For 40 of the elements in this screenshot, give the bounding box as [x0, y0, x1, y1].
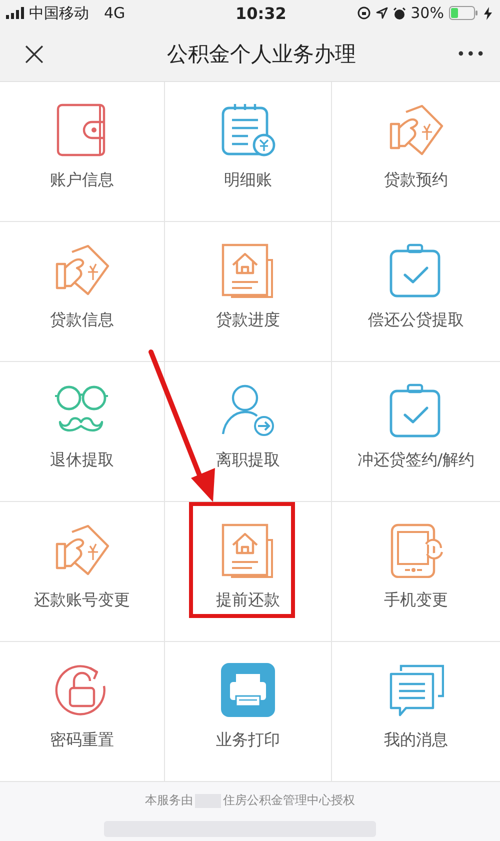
service-label[interactable]: 我的消息	[384, 730, 448, 751]
service-label[interactable]: 提前还款	[216, 590, 280, 611]
service-label[interactable]: 账户信息	[50, 170, 114, 191]
battery-percent: 30%	[410, 4, 444, 22]
more-button[interactable]: •••	[456, 44, 486, 62]
house-document-icon	[220, 242, 276, 298]
service-label[interactable]: 密码重置	[50, 730, 114, 751]
ledger-icon	[220, 102, 276, 158]
close-button[interactable]: ×	[20, 36, 48, 70]
printer-icon	[220, 662, 276, 718]
person-exit-icon	[220, 382, 276, 438]
service-label[interactable]: 冲还贷签约/解约	[357, 450, 475, 471]
charging-bolt-icon	[484, 6, 492, 20]
service-label[interactable]: 偿还公贷提取	[368, 310, 464, 331]
rotation-lock-icon	[356, 6, 371, 20]
house-document-icon	[220, 522, 276, 578]
location-icon	[376, 7, 388, 19]
service-label[interactable]: 还款账号变更	[34, 590, 130, 611]
service-label[interactable]: 离职提取	[216, 450, 280, 471]
service-label[interactable]: 退休提取	[50, 450, 114, 471]
hand-card-icon	[54, 242, 110, 298]
signal-icon	[6, 7, 24, 19]
hand-card-icon	[54, 522, 110, 578]
carrier-name: 中国移动	[29, 4, 89, 22]
service-label[interactable]: 贷款进度	[216, 310, 280, 331]
authorization-text: 住房公积金管理中心授权	[223, 792, 355, 809]
hand-card-icon	[388, 102, 444, 158]
page-title: 公积金个人业务办理	[166, 40, 356, 68]
battery-icon	[448, 6, 479, 20]
service-label[interactable]: 贷款信息	[50, 310, 114, 331]
phone-sync-icon	[388, 522, 444, 578]
service-label[interactable]: 明细账	[224, 170, 272, 191]
authorization-text: 本服务由	[145, 792, 193, 809]
service-label[interactable]: 贷款预约	[384, 170, 448, 191]
service-label[interactable]: 业务打印	[216, 730, 280, 751]
clock-time: 10:32	[235, 4, 286, 22]
service-label[interactable]: 手机变更	[384, 590, 448, 611]
alarm-icon	[392, 6, 406, 20]
network-type: 4G	[104, 4, 126, 22]
message-bubbles-icon	[388, 662, 444, 718]
